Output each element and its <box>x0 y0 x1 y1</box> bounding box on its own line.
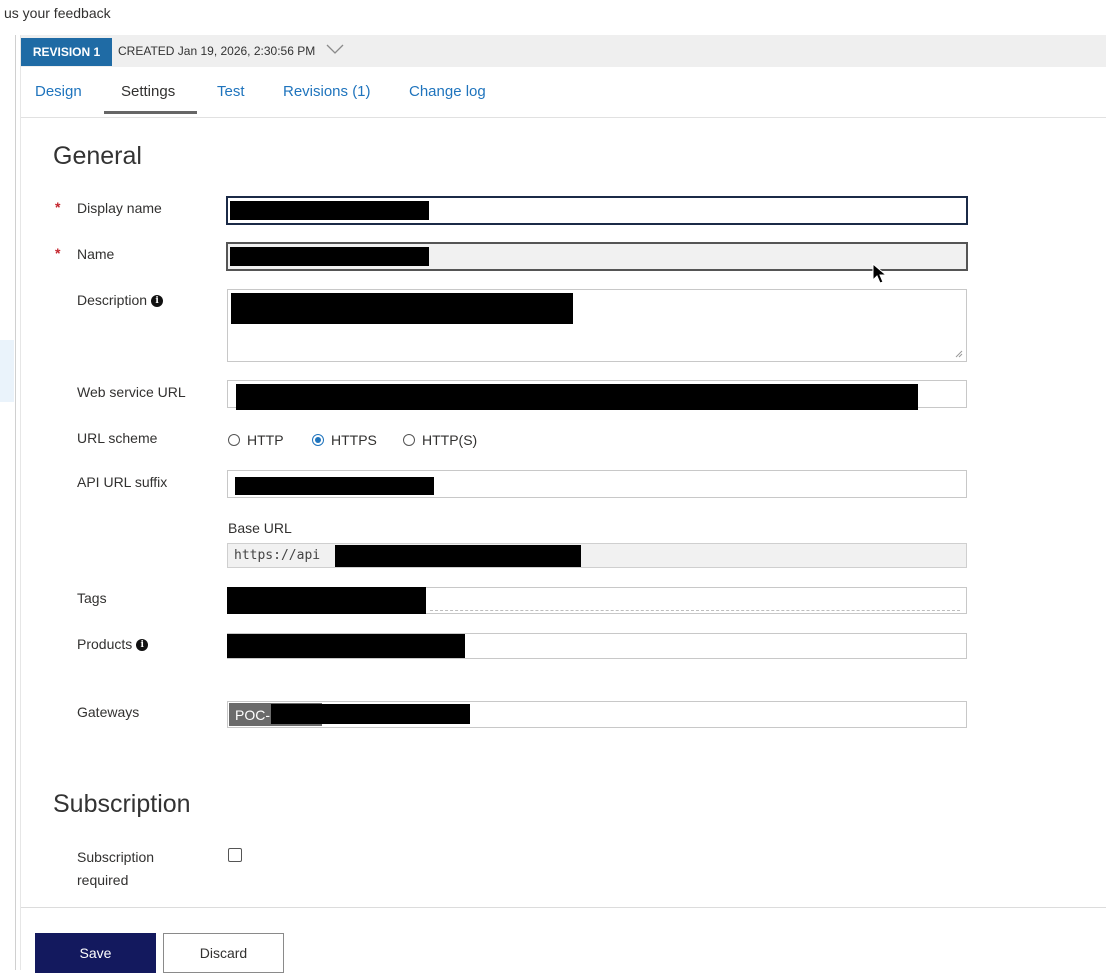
radio-selected-icon <box>312 434 324 446</box>
web-service-url-input[interactable] <box>227 380 967 410</box>
left-divider-inner <box>20 35 21 970</box>
redacted-block <box>335 545 581 567</box>
discard-button[interactable]: Discard <box>163 933 284 973</box>
radio-label: HTTPS <box>331 432 377 448</box>
sidebar-selection-highlight <box>0 340 14 402</box>
left-divider <box>15 35 16 970</box>
info-icon[interactable]: i <box>151 295 164 307</box>
name-input[interactable] <box>226 242 968 271</box>
base-url-label: Base URL <box>228 520 292 536</box>
description-label: Description i <box>77 292 164 308</box>
products-label-text: Products <box>77 636 133 652</box>
base-url-value: https://api <box>234 548 321 563</box>
gateway-chip-label: POC- <box>235 706 270 723</box>
tab-settings[interactable]: Settings <box>121 83 175 100</box>
api-url-suffix-input[interactable] <box>227 470 967 498</box>
tab-revisions[interactable]: Revisions (1) <box>283 83 371 100</box>
gateways-label: Gateways <box>77 704 140 720</box>
feedback-link[interactable]: us your feedback <box>4 5 111 21</box>
redacted-block <box>230 201 429 220</box>
tags-label: Tags <box>77 590 107 606</box>
products-label: Products i <box>77 636 149 652</box>
name-label: Name <box>77 246 115 262</box>
section-title-subscription: Subscription <box>53 790 191 818</box>
description-label-text: Description <box>77 292 148 308</box>
radio-unselected-icon <box>403 434 415 446</box>
subscription-required-label-line: required <box>77 872 129 888</box>
redacted-block <box>227 587 426 614</box>
redacted-block <box>227 634 465 658</box>
products-input[interactable] <box>227 633 967 659</box>
url-scheme-https-both-radio[interactable]: HTTP(S) <box>403 432 477 448</box>
url-scheme-label: URL scheme <box>77 430 158 446</box>
redacted-block <box>230 247 429 266</box>
tabs-divider <box>21 117 1106 118</box>
footer-divider <box>21 907 1106 908</box>
redacted-block <box>271 704 470 724</box>
subscription-required-checkbox[interactable] <box>228 848 242 862</box>
tab-test[interactable]: Test <box>217 83 245 100</box>
active-tab-indicator <box>104 111 197 114</box>
web-service-url-label: Web service URL <box>77 384 186 400</box>
tags-placeholder-line <box>430 610 960 612</box>
tab-design[interactable]: Design <box>35 83 82 100</box>
chevron-down-icon[interactable] <box>325 42 345 56</box>
save-button[interactable]: Save <box>35 933 156 973</box>
display-name-label: Display name <box>77 200 162 216</box>
subscription-required-label-line: Subscription <box>77 849 155 865</box>
redacted-block <box>235 477 434 495</box>
description-textarea[interactable] <box>227 289 967 362</box>
revision-badge: REVISION 1 <box>21 38 112 66</box>
resize-grip-icon[interactable] <box>955 350 963 358</box>
radio-unselected-icon <box>228 434 240 446</box>
api-url-suffix-label: API URL suffix <box>77 474 168 490</box>
base-url-display: https://api <box>227 543 967 568</box>
radio-label: HTTP <box>247 432 284 448</box>
subscription-required-label: Subscription required <box>77 846 154 892</box>
info-icon[interactable]: i <box>136 639 149 651</box>
url-scheme-http-radio[interactable]: HTTP <box>228 432 284 448</box>
required-asterisk: * <box>55 245 61 261</box>
display-name-input[interactable] <box>226 196 968 225</box>
section-title-general: General <box>53 142 142 170</box>
required-asterisk: * <box>55 199 61 215</box>
revision-created-label[interactable]: CREATED Jan 19, 2026, 2:30:56 PM <box>118 44 315 58</box>
url-scheme-https-radio[interactable]: HTTPS <box>312 432 377 448</box>
redacted-block <box>236 384 918 410</box>
redacted-block <box>231 293 573 324</box>
tab-change-log[interactable]: Change log <box>409 83 486 100</box>
mouse-cursor-icon <box>872 263 888 284</box>
radio-label: HTTP(S) <box>422 432 478 448</box>
